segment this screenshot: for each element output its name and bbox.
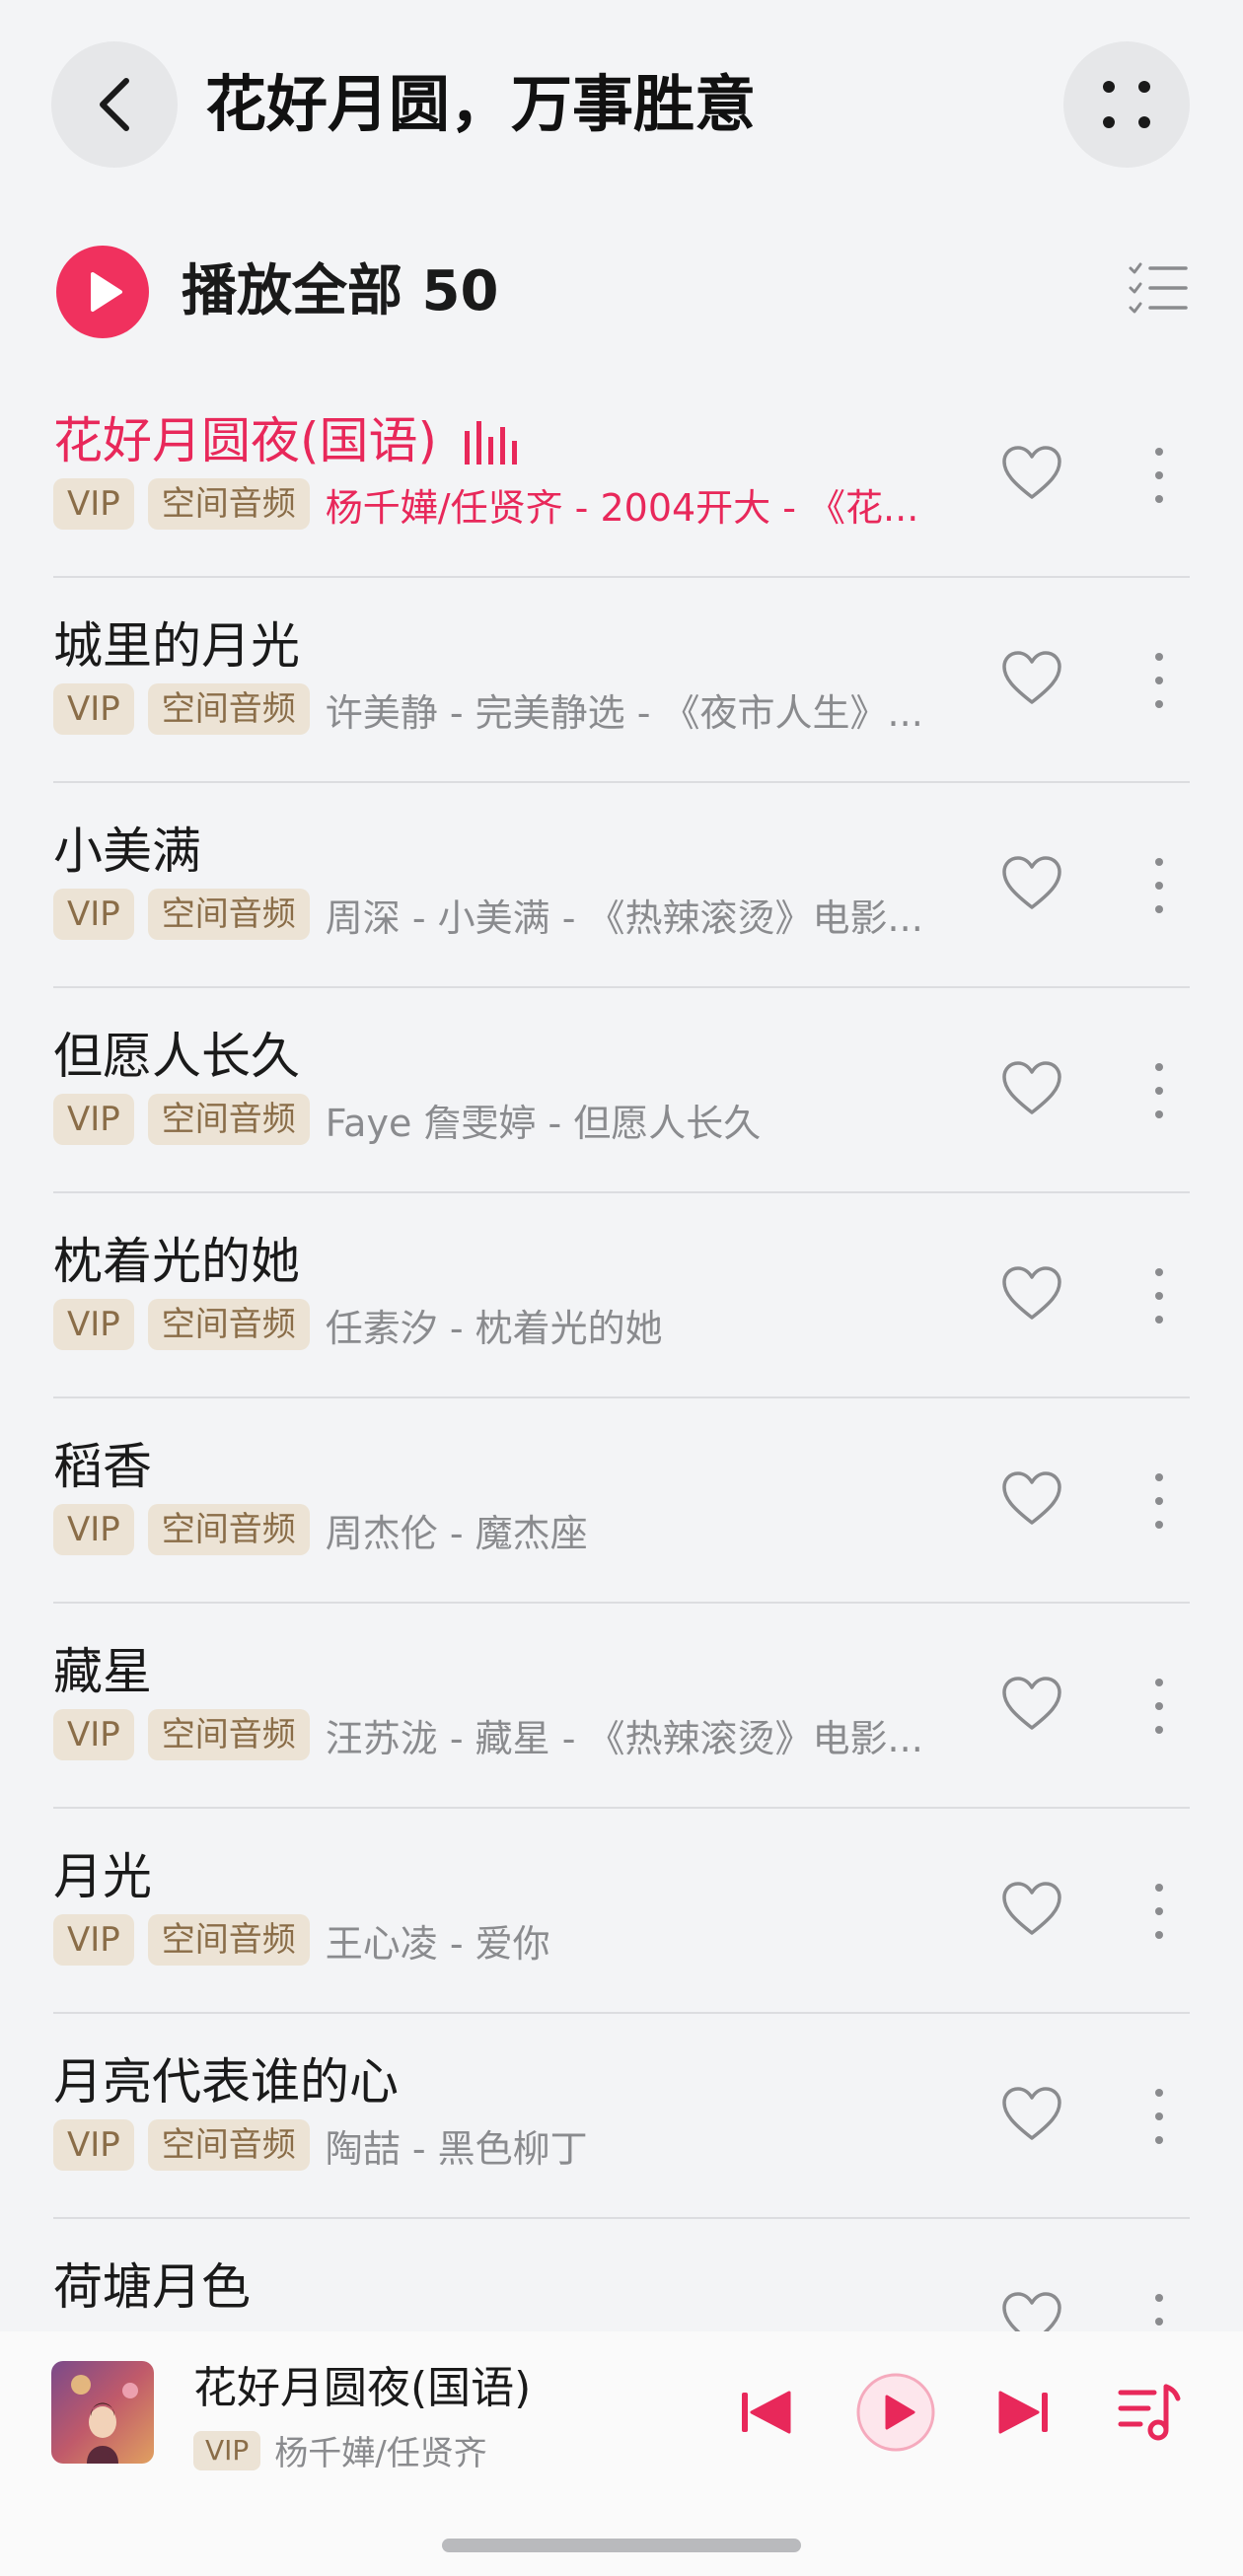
song-meta: VIP 空间音频 王心凌 - 爱你 <box>53 1913 550 1967</box>
song-title: 但愿人长久 <box>53 1028 300 1085</box>
heart-icon[interactable] <box>1000 1675 1063 1734</box>
vip-badge: VIP <box>193 2430 261 2470</box>
spatial-audio-badge: 空间音频 <box>147 1299 310 1350</box>
song-subtitle: 杨千嬅/任贤齐 - 2004开大 - 《花... <box>325 485 919 530</box>
song-title: 城里的月光 <box>53 617 300 675</box>
spatial-audio-badge: 空间音频 <box>147 683 310 735</box>
spatial-audio-badge: 空间音频 <box>147 889 310 940</box>
song-title: 稻香 <box>53 1438 152 1495</box>
album-cover[interactable] <box>51 2361 154 2464</box>
vip-badge: VIP <box>53 1914 134 1966</box>
song-subtitle: 周杰伦 - 魔杰座 <box>325 1511 588 1555</box>
heart-icon[interactable] <box>1000 649 1063 708</box>
heart-icon[interactable] <box>1000 854 1063 913</box>
vip-badge: VIP <box>53 1709 134 1760</box>
song-row[interactable]: 花好月圆夜(国语) VIP 空间音频 杨千嬅/任贤齐 - 2004开大 - 《花… <box>0 373 1243 578</box>
song-subtitle: 许美静 - 完美静选 - 《夜市人生》... <box>325 690 923 735</box>
vip-badge: VIP <box>53 889 134 940</box>
song-row[interactable]: 月光 VIP 空间音频 王心凌 - 爱你 <box>0 1809 1243 2014</box>
song-subtitle: Faye 詹雯婷 - 但愿人长久 <box>325 1101 762 1145</box>
spatial-audio-badge: 空间音频 <box>147 1504 310 1555</box>
more-vertical-icon[interactable] <box>1144 854 1174 917</box>
song-meta: VIP 空间音频 杨千嬅/任贤齐 - 2004开大 - 《花... <box>53 477 918 531</box>
now-playing-title: 花好月圆夜(国语) <box>193 2363 532 2413</box>
song-row[interactable]: 月亮代表谁的心 VIP 空间音频 陶喆 - 黑色柳丁 <box>0 2014 1243 2219</box>
heart-icon[interactable] <box>1000 1880 1063 1939</box>
song-title: 荷塘月色 <box>53 2258 251 2316</box>
more-options-button[interactable] <box>1063 41 1190 168</box>
song-row[interactable]: 稻香 VIP 空间音频 周杰伦 - 魔杰座 <box>0 1398 1243 1604</box>
song-meta: VIP 空间音频 许美静 - 完美静选 - 《夜市人生》... <box>53 682 923 736</box>
more-vertical-icon[interactable] <box>1144 1059 1174 1122</box>
song-title: 枕着光的她 <box>53 1233 300 1290</box>
song-row[interactable]: 藏星 VIP 空间音频 汪苏泷 - 藏星 - 《热辣滚烫》电影... <box>0 1604 1243 1809</box>
heart-icon[interactable] <box>1000 444 1063 503</box>
now-playing-meta: VIP 杨千嬅/任贤齐 <box>193 2426 487 2474</box>
now-playing-artist: 杨千嬅/任贤齐 <box>274 2434 487 2473</box>
heart-icon[interactable] <box>1000 1469 1063 1529</box>
song-list: 花好月圆夜(国语) VIP 空间音频 杨千嬅/任贤齐 - 2004开大 - 《花… <box>0 373 1243 2424</box>
vip-badge: VIP <box>53 478 134 530</box>
song-title: 月光 <box>53 1848 152 1905</box>
multi-select-icon[interactable] <box>1127 258 1190 322</box>
chevron-left-icon <box>100 78 129 131</box>
song-meta: VIP 空间音频 任素汐 - 枕着光的她 <box>53 1298 663 1351</box>
vip-badge: VIP <box>53 1094 134 1145</box>
song-subtitle: 陶喆 - 黑色柳丁 <box>325 2126 588 2171</box>
song-title: 小美满 <box>53 823 201 880</box>
heart-icon[interactable] <box>1000 1264 1063 1324</box>
song-meta: VIP 空间音频 汪苏泷 - 藏星 - 《热辣滚烫》电影... <box>53 1708 923 1761</box>
more-vertical-icon[interactable] <box>1144 2085 1174 2148</box>
four-dots-icon <box>1103 81 1150 128</box>
more-vertical-icon[interactable] <box>1144 649 1174 712</box>
song-row[interactable]: 枕着光的她 VIP 空间音频 任素汐 - 枕着光的她 <box>0 1193 1243 1398</box>
spatial-audio-badge: 空间音频 <box>147 478 310 530</box>
more-vertical-icon[interactable] <box>1144 1675 1174 1738</box>
next-track-icon[interactable] <box>994 2383 1054 2442</box>
song-subtitle: 周深 - 小美满 - 《热辣滚烫》电影... <box>325 895 923 940</box>
song-meta: VIP 空间音频 Faye 詹雯婷 - 但愿人长久 <box>53 1093 761 1146</box>
song-subtitle: 任素汐 - 枕着光的她 <box>325 1306 663 1350</box>
album-art-image <box>51 2361 154 2464</box>
playlist-queue-icon[interactable] <box>1117 2379 1182 2444</box>
song-meta: VIP 空间音频 周杰伦 - 魔杰座 <box>53 1503 588 1556</box>
song-meta: VIP 空间音频 陶喆 - 黑色柳丁 <box>53 2118 588 2172</box>
more-vertical-icon[interactable] <box>1144 444 1174 507</box>
page-title: 花好月圆，万事胜意 <box>205 68 757 140</box>
song-subtitle: 汪苏泷 - 藏星 - 《热辣滚烫》电影... <box>325 1716 923 1760</box>
spatial-audio-badge: 空间音频 <box>147 1709 310 1760</box>
spatial-audio-badge: 空间音频 <box>147 2119 310 2171</box>
song-row[interactable]: 但愿人长久 VIP 空间音频 Faye 詹雯婷 - 但愿人长久 <box>0 988 1243 1193</box>
top-bar: 花好月圆，万事胜意 <box>0 0 1243 207</box>
spatial-audio-badge: 空间音频 <box>147 1094 310 1145</box>
heart-icon[interactable] <box>1000 1059 1063 1118</box>
more-vertical-icon[interactable] <box>1144 1264 1174 1327</box>
play-all-icon[interactable] <box>55 245 150 339</box>
vip-badge: VIP <box>53 683 134 735</box>
vip-badge: VIP <box>53 1504 134 1555</box>
spatial-audio-badge: 空间音频 <box>147 1914 310 1966</box>
home-indicator[interactable] <box>442 2539 801 2552</box>
song-subtitle: 王心凌 - 爱你 <box>325 1921 550 1966</box>
song-row[interactable]: 城里的月光 VIP 空间音频 许美静 - 完美静选 - 《夜市人生》... <box>0 578 1243 783</box>
vip-badge: VIP <box>53 2119 134 2171</box>
song-row[interactable]: 小美满 VIP 空间音频 周深 - 小美满 - 《热辣滚烫》电影... <box>0 783 1243 988</box>
play-all-bar[interactable]: 播放全部 50 <box>0 233 1243 351</box>
play-all-label[interactable]: 播放全部 50 <box>182 256 498 327</box>
more-vertical-icon[interactable] <box>1144 1469 1174 1533</box>
song-title: 藏星 <box>53 1643 152 1700</box>
song-meta: VIP 空间音频 周深 - 小美满 - 《热辣滚烫》电影... <box>53 888 923 941</box>
now-playing-equalizer-icon <box>465 420 518 465</box>
song-title: 月亮代表谁的心 <box>53 2053 399 2111</box>
previous-track-icon[interactable] <box>736 2383 795 2442</box>
back-button[interactable] <box>51 41 178 168</box>
more-vertical-icon[interactable] <box>1144 1880 1174 1943</box>
song-title: 花好月圆夜(国语) <box>53 408 518 473</box>
vip-badge: VIP <box>53 1299 134 1350</box>
play-icon[interactable] <box>854 2371 937 2454</box>
heart-icon[interactable] <box>1000 2085 1063 2144</box>
